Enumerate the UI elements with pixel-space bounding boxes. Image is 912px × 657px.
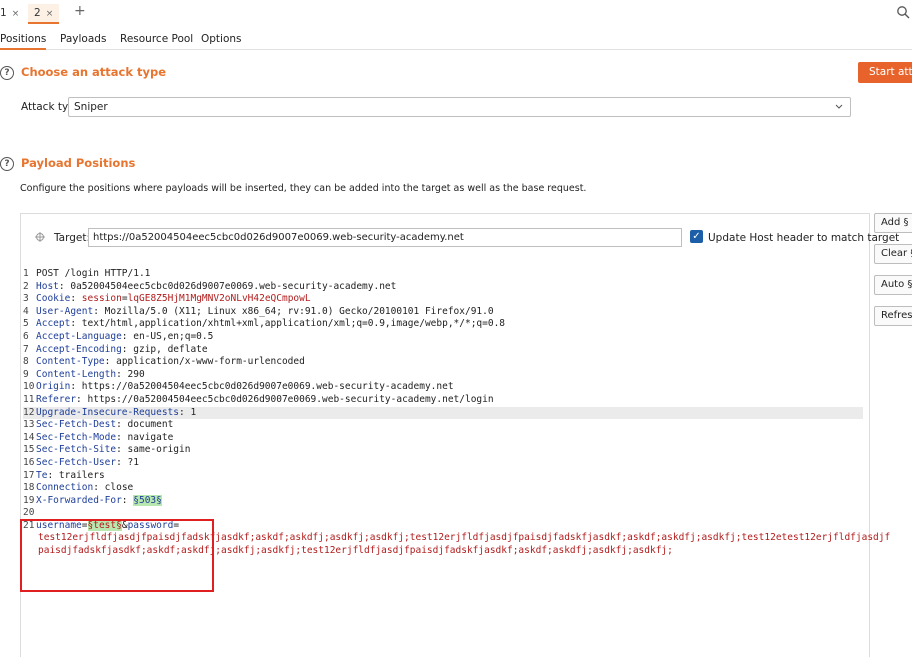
help-icon[interactable]: ? (0, 66, 14, 80)
target-icon (35, 232, 45, 245)
target-input[interactable]: https://0a52004504eec5cbc0d026d9007e0069… (88, 228, 682, 247)
tab-positions[interactable]: Positions (0, 32, 47, 50)
request-line: 17 Te: trailers (23, 469, 105, 481)
tab-2[interactable]: 2 × (28, 4, 60, 24)
new-tab-button[interactable]: + (74, 3, 86, 19)
request-line: 15 Sec-Fetch-Site: same-origin (23, 444, 191, 456)
clear-markers-button[interactable]: Clear § (874, 244, 912, 264)
request-line: 7 Accept-Encoding: gzip, deflate (23, 343, 208, 355)
attack-type-value: Sniper (74, 101, 108, 113)
request-line: 13 Sec-Fetch-Dest: document (23, 419, 174, 431)
payload-positions-title: Payload Positions (21, 156, 136, 170)
request-line: 9 Content-Length: 290 (23, 368, 145, 380)
request-line: 2 Host: 0a52004504eec5cbc0d026d9007e0069.… (23, 280, 397, 292)
request-line: 10 Origin: https://0a52004504eec5cbc0d026… (23, 381, 454, 393)
request-line: 4 User-Agent: Mozilla/5.0 (X11; Linux x86… (23, 305, 494, 317)
request-line: 6 Accept-Language: en-US,en;q=0.5 (23, 330, 214, 342)
request-line: 19 X-Forwarded-For: §503§ (23, 494, 162, 506)
highlight-annotation (20, 519, 214, 592)
attack-type-select[interactable]: Sniper (68, 97, 851, 117)
request-editor[interactable]: 1 POST /login HTTP/1.1 2 Host: 0a52004504e… (23, 268, 890, 558)
search-icon[interactable] (896, 4, 910, 23)
chevron-down-icon (834, 98, 844, 123)
close-tab-icon[interactable]: × (46, 9, 54, 19)
attack-type-title: Choose an attack type (21, 65, 167, 79)
request-line: 16 Sec-Fetch-User: ?1 (23, 456, 139, 468)
request-line: 3 Cookie: session=lqGE8Z5HjM1MgMNV2oNLvH4… (23, 293, 311, 305)
tab-label: 2 (34, 7, 41, 19)
update-host-checkbox[interactable]: ✓ (690, 230, 703, 243)
repeater-tab-bar: 1 × 2 × + (0, 0, 912, 26)
request-line: 1 POST /login HTTP/1.1 (23, 268, 151, 279)
request-line: 20 (23, 507, 35, 519)
request-line: 8 Content-Type: application/x-www-form-ur… (23, 356, 305, 368)
auto-markers-button[interactable]: Auto § (874, 275, 912, 295)
tab-payloads[interactable]: Payloads (60, 32, 106, 50)
intruder-subtabs: Positions Payloads Resource Pool Options (0, 28, 912, 50)
update-host-label: Update Host header to match target (708, 232, 900, 244)
refresh-button[interactable]: Refresh (874, 306, 912, 326)
start-attack-button[interactable]: Start attack (858, 62, 912, 83)
request-line: 5 Accept: text/html,application/xhtml+xml… (23, 318, 506, 330)
payload-positions-description: Configure the positions where payloads w… (20, 183, 587, 194)
tab-resource-pool[interactable]: Resource Pool (120, 32, 193, 50)
help-icon[interactable]: ? (0, 157, 14, 171)
request-line: 14 Sec-Fetch-Mode: navigate (23, 431, 174, 443)
tab-options[interactable]: Options (201, 32, 242, 50)
payload-marker: §503§ (133, 494, 162, 506)
close-tab-icon[interactable]: × (12, 9, 20, 19)
request-line: 11 Referer: https://0a52004504eec5cbc0d02… (23, 393, 494, 405)
add-marker-button[interactable]: Add § (874, 213, 912, 233)
request-line: 18 Connection: close (23, 482, 134, 494)
tab-1[interactable]: 1 × (0, 4, 19, 24)
target-label: Target: (54, 232, 91, 244)
tab-label: 1 (0, 7, 7, 19)
request-line: 12 Upgrade-Insecure-Requests: 1 (23, 406, 863, 420)
